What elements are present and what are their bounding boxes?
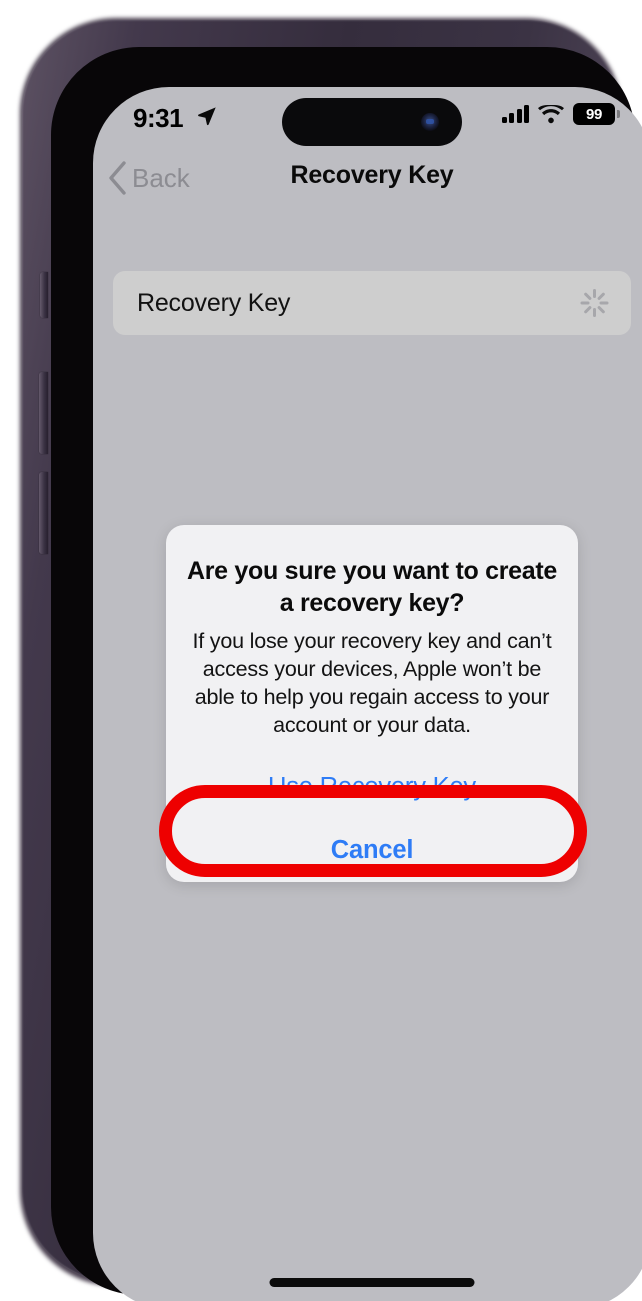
volume-down-button[interactable] <box>39 472 48 554</box>
battery-icon: 99 <box>573 103 620 125</box>
cellular-signal-icon <box>501 105 529 123</box>
recovery-key-row-label: Recovery Key <box>137 288 291 317</box>
dynamic-island <box>282 98 462 146</box>
location-arrow-icon <box>198 107 216 126</box>
device-bezel: 9:31 99 Back Recovery Key Recovery Key A… <box>51 47 642 1301</box>
device-screen: 9:31 99 Back Recovery Key Recovery Key A… <box>93 87 642 1301</box>
device-frame: 9:31 99 Back Recovery Key Recovery Key A… <box>22 20 642 1301</box>
status-bar-indicators: 99 <box>501 103 620 125</box>
navigation-bar: Back Recovery Key <box>93 143 642 205</box>
wifi-icon <box>538 104 564 123</box>
screenshot-canvas: 9:31 99 Back Recovery Key Recovery Key A… <box>0 0 642 1301</box>
front-camera-icon <box>421 113 439 131</box>
alert-text-block: Are you sure you want to create a recove… <box>166 525 578 756</box>
mute-switch[interactable] <box>40 272 48 318</box>
activity-spinner-icon <box>579 288 609 318</box>
home-indicator[interactable] <box>269 1278 475 1287</box>
alert-message: If you lose your recovery key and can’t … <box>192 629 552 737</box>
volume-up-button[interactable] <box>39 372 48 454</box>
cancel-button[interactable]: Cancel <box>166 819 578 882</box>
confirmation-alert: Are you sure you want to create a recove… <box>166 525 578 882</box>
status-bar-time: 9:31 <box>133 103 184 133</box>
status-bar: 9:31 99 <box>93 87 642 146</box>
use-recovery-key-button[interactable]: Use Recovery Key <box>166 756 578 819</box>
alert-title: Are you sure you want to create a recove… <box>187 557 557 617</box>
recovery-key-row[interactable]: Recovery Key <box>113 271 631 335</box>
battery-level-label: 99 <box>585 105 603 123</box>
page-title: Recovery Key <box>290 161 454 189</box>
